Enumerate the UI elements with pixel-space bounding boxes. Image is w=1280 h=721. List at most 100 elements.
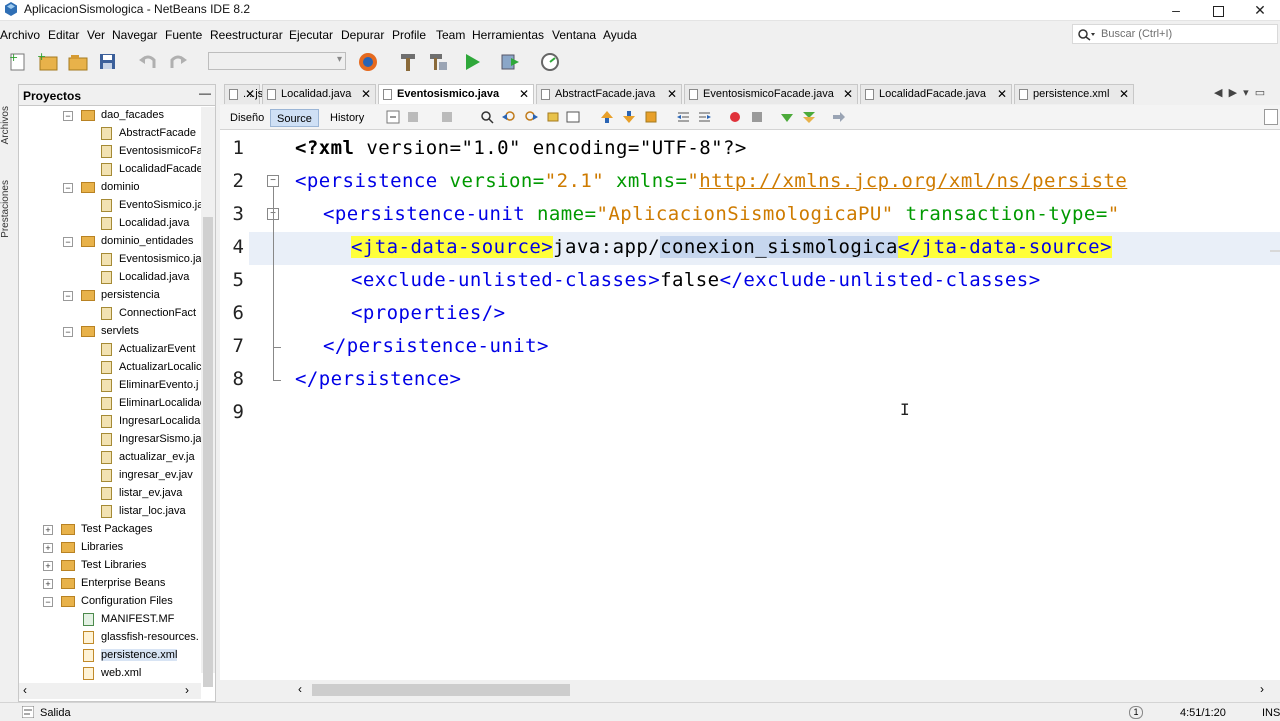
tree-item[interactable]: − dominio_entidades [19,233,201,251]
config-combo[interactable]: ▾ [208,52,346,70]
find-previous-icon[interactable] [502,110,516,124]
editor-tab[interactable]: ....jsp ✕ [224,84,269,104]
menu-editar[interactable]: Editar [48,28,79,42]
redo-icon[interactable] [166,50,190,74]
clean-build-icon[interactable] [426,50,450,74]
close-tab-icon[interactable]: ✕ [667,87,677,101]
tree-item[interactable]: EliminarLocalidac [19,395,205,413]
toggle-highlight-icon[interactable] [546,110,560,124]
expand-toggle-icon[interactable]: + [43,561,53,571]
run-icon[interactable] [460,50,484,74]
expand-toggle-icon[interactable]: − [63,111,73,121]
tree-item[interactable]: ingresar_ev.jav [19,467,201,485]
editor-tab[interactable]: LocalidadFacade.java ✕ [860,84,1012,104]
notifications-badge[interactable]: 1 [1129,706,1143,719]
tree-item[interactable]: ConnectionFact [19,305,201,323]
check-xml-icon[interactable] [780,110,794,124]
prestaciones-tab[interactable]: Prestaciones [0,180,16,238]
tree-item[interactable]: + Enterprise Beans [19,575,201,593]
tree-item[interactable]: Localidad.java [19,269,201,287]
editor-tab[interactable]: persistence.xml ✕ [1014,84,1134,104]
previous-bookmark-icon[interactable] [600,110,614,124]
back-icon[interactable] [406,110,420,124]
tree-item[interactable]: EventoSismico.ja [19,197,203,215]
tree-item[interactable]: IngresarLocalida [19,413,201,431]
minimize-button[interactable]: – [1156,0,1196,20]
tree-item[interactable]: EliminarEvento.j [19,377,201,395]
tree-item[interactable]: persistence.xml [19,647,201,665]
history-tab[interactable]: History [324,109,370,127]
menu-fuente[interactable]: Fuente [165,28,202,42]
tree-item[interactable]: IngresarSismo.ja [19,431,202,449]
tree-item[interactable]: − persistencia [19,287,201,305]
shift-right-icon[interactable] [698,110,712,124]
menu-profile[interactable]: Profile [392,28,426,42]
new-file-icon[interactable]: + [6,50,30,74]
new-project-icon[interactable]: + [36,50,60,74]
expand-toggle-icon[interactable]: − [43,597,53,607]
profile-icon[interactable] [538,50,562,74]
tree-item[interactable]: listar_ev.java [19,485,201,503]
menu-herramientas[interactable]: Herramientas [472,28,544,42]
last-edit-icon[interactable] [386,110,400,124]
tree-item[interactable]: EventosismicoFa [19,143,203,161]
design-tab[interactable]: Diseño [224,109,270,127]
menu-team[interactable]: Team [436,28,465,42]
tree-item[interactable]: web.xml [19,665,201,683]
next-bookmark-icon[interactable] [622,110,636,124]
find-next-icon[interactable] [524,110,538,124]
tree-item[interactable]: Localidad.java [19,215,201,233]
editor-hscroll-thumb[interactable] [312,684,570,696]
tree-item[interactable]: LocalidadFacade [19,161,203,179]
expand-toggle-icon[interactable]: + [43,579,53,589]
editor-tab[interactable]: Localidad.java ✕ [262,84,376,104]
expand-toggle-icon[interactable]: − [63,183,73,193]
tree-vscroll[interactable] [201,107,215,687]
close-tab-icon[interactable]: ✕ [519,87,529,101]
tree-item[interactable]: ActualizarLocalic [19,359,202,377]
split-view-icon[interactable] [1264,109,1278,125]
close-tab-icon[interactable]: ✕ [361,87,371,101]
close-tab-icon[interactable]: ✕ [245,87,255,101]
tree-item[interactable]: glassfish-resources. [19,629,201,647]
tree-item[interactable]: − Configuration Files [19,593,201,611]
menu-navegar[interactable]: Navegar [112,28,157,42]
menu-reestructurar[interactable]: Reestructurar [210,28,283,42]
tree-item[interactable]: + Libraries [19,539,201,557]
close-window-button[interactable]: ✕ [1240,0,1280,20]
minimize-panel-button[interactable]: — [199,86,211,100]
search-input[interactable]: Buscar (Ctrl+I) [1072,24,1278,44]
fold-toggle-persistence[interactable]: − [267,175,279,187]
tree-item[interactable]: − servlets [19,323,201,341]
close-tab-icon[interactable]: ✕ [843,87,853,101]
close-tab-icon[interactable]: ✕ [997,87,1007,101]
projects-title[interactable]: Proyectos [23,89,81,103]
tree-item[interactable]: Eventosismico.ja [19,251,202,269]
tree-item[interactable]: − dao_facades [19,107,201,125]
tree-item[interactable]: AbstractFacade [19,125,201,143]
open-project-icon[interactable] [66,50,90,74]
editor-tab[interactable]: EventosismicoFacade.java ✕ [684,84,858,104]
browser-icon[interactable] [356,50,380,74]
tree-item[interactable]: + Test Packages [19,521,201,539]
tree-item[interactable]: MANIFEST.MF [19,611,201,629]
xsl-transform-icon[interactable] [832,110,846,124]
menu-archivo[interactable]: Archivo [0,28,40,42]
start-macro-icon[interactable] [728,110,742,124]
tree-item[interactable]: + Test Libraries [19,557,201,575]
tree-vscroll-thumb[interactable] [203,217,213,687]
maximize-button[interactable] [1198,0,1238,20]
save-all-icon[interactable] [96,50,120,74]
find-icon[interactable] [480,110,494,124]
tabs-nav[interactable]: ◀ ▶ ▾ ▭ [1214,86,1265,99]
expand-toggle-icon[interactable]: − [63,327,73,337]
toggle-bookmark-icon[interactable] [644,110,658,124]
validate-xml-icon[interactable] [802,110,816,124]
shift-left-icon[interactable] [676,110,690,124]
tree-item[interactable]: listar_loc.java [19,503,201,521]
source-tab[interactable]: Source [270,109,319,127]
archivos-tab[interactable]: Archivos [0,106,16,144]
forward-icon[interactable] [440,110,454,124]
tree-hscroll[interactable]: ‹ › [19,683,201,699]
undo-icon[interactable] [136,50,160,74]
